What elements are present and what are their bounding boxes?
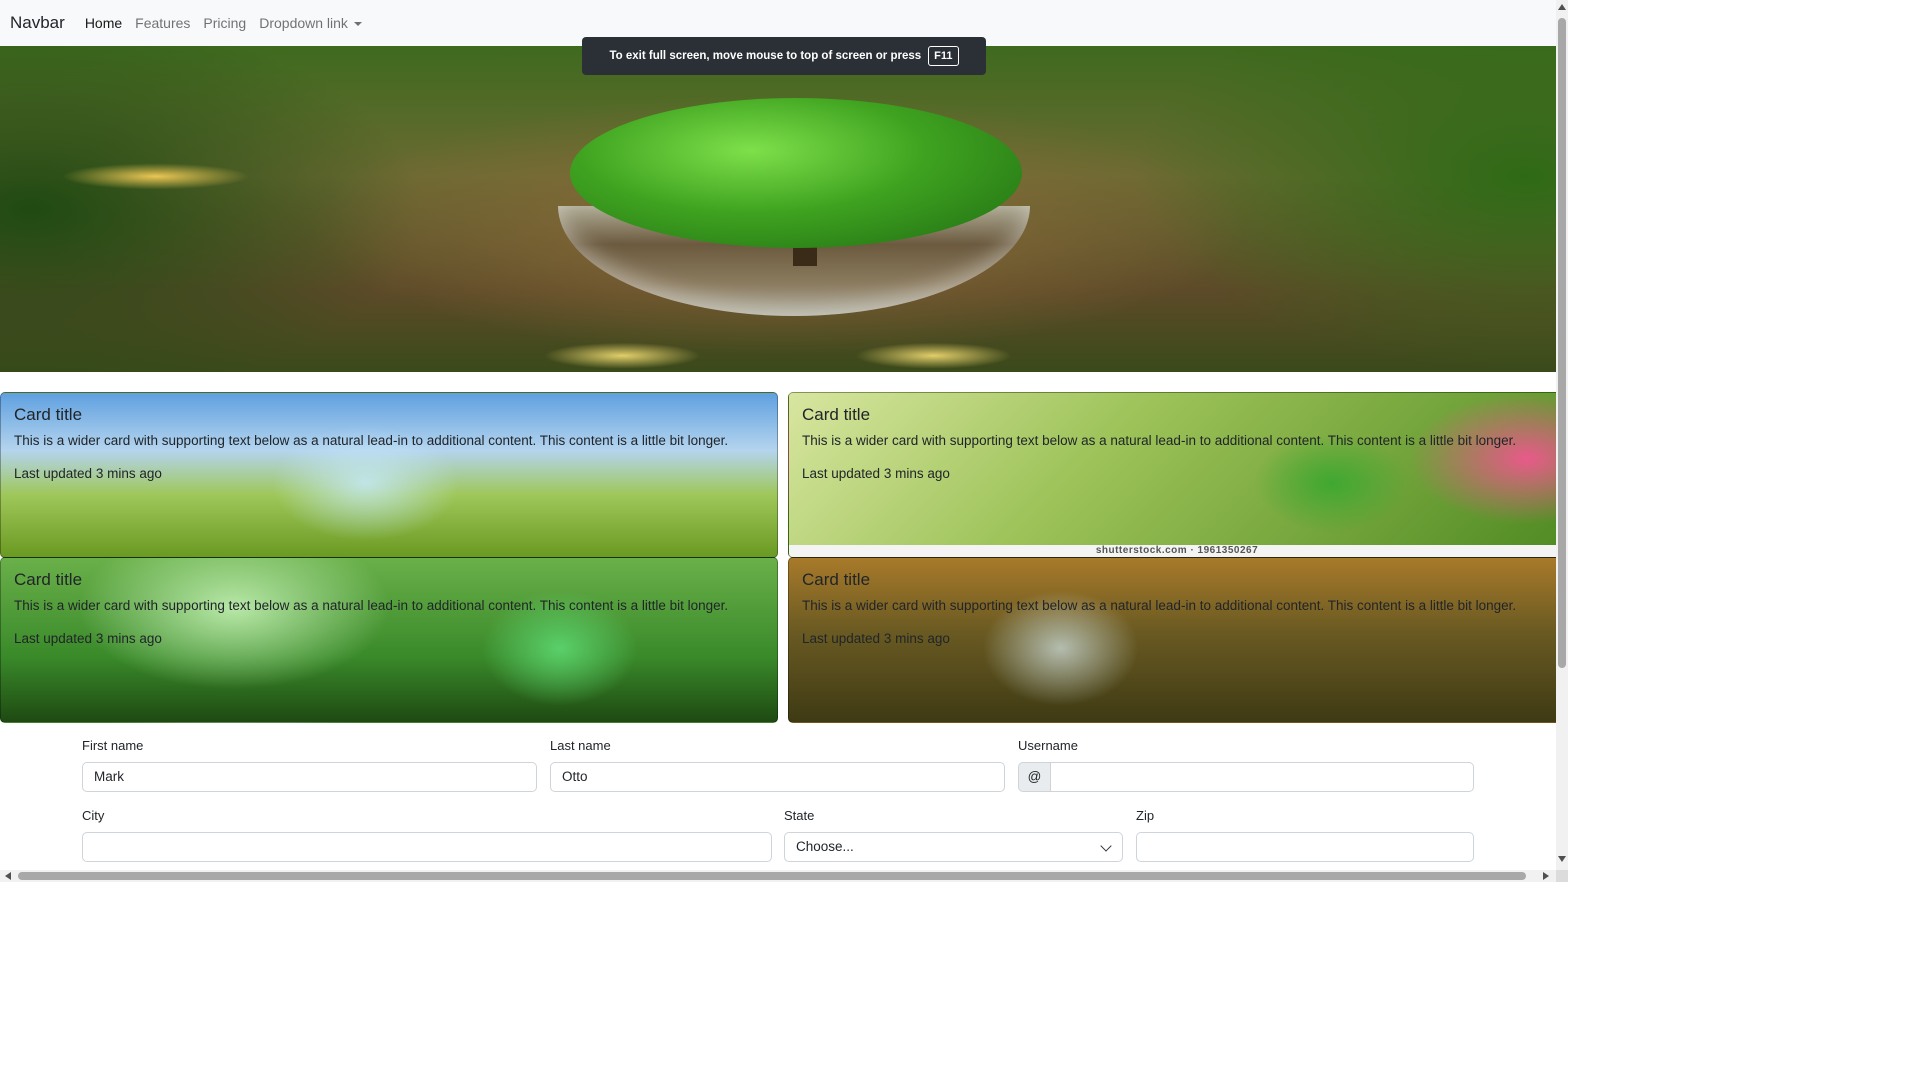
nav-link-pricing[interactable]: Pricing [203,15,246,31]
username-label: Username [1018,738,1078,753]
card: Card title This is a wider card with sup… [0,557,778,723]
card-title: Card title [14,570,83,589]
browser-viewport: Navbar Home Features Pricing Dropdown li… [0,0,1556,870]
fullscreen-notice-text: To exit full screen, move mouse to top o… [609,50,922,62]
chevron-down-icon [1100,840,1112,852]
card-title: Card title [14,405,83,424]
outside-area [1568,0,1920,1080]
first-name-input[interactable]: Mark [82,762,537,792]
tree-canopy [570,98,1022,248]
hero-image [0,46,1556,372]
state-select[interactable]: Choose... [784,832,1123,862]
scrollbar-corner [1556,870,1568,882]
scroll-left-arrow-icon[interactable] [5,872,11,880]
nav-dropdown-label: Dropdown link [259,15,348,31]
city-input[interactable] [82,832,772,862]
nav-link-home[interactable]: Home [85,15,122,31]
username-input[interactable] [1050,762,1474,792]
scroll-down-arrow-icon[interactable] [1558,856,1566,862]
caret-down-icon [353,22,362,27]
card-text: This is a wider card with supporting tex… [14,598,729,613]
vertical-scrollbar-thumb[interactable] [1558,18,1566,668]
first-name-label: First name [82,738,144,753]
nav-dropdown-toggle[interactable]: Dropdown link [259,15,362,31]
last-name-label: Last name [550,738,611,753]
card-title: Card title [802,405,871,424]
zip-label: Zip [1136,808,1155,823]
horizontal-scrollbar-thumb[interactable] [18,872,1526,880]
username-at-addon: @ [1018,762,1051,792]
card-updated: Last updated 3 mins ago [802,631,950,646]
image-watermark: shutterstock.com · 1961350267 [789,545,1556,557]
card-updated: Last updated 3 mins ago [802,466,950,481]
card: Card title This is a wider card with sup… [788,557,1556,723]
zip-input[interactable] [1136,832,1474,862]
card-text: This is a wider card with supporting tex… [14,433,729,448]
fullscreen-exit-notice: To exit full screen, move mouse to top o… [582,37,986,75]
card: Card title This is a wider card with sup… [788,392,1556,558]
card-updated: Last updated 3 mins ago [14,631,162,646]
last-name-input[interactable]: Otto [550,762,1005,792]
card-updated: Last updated 3 mins ago [14,466,162,481]
nav-link-features[interactable]: Features [135,15,190,31]
state-label: State [784,808,815,823]
state-selected-value: Choose... [796,839,854,854]
card-title: Card title [802,570,871,589]
city-label: City [82,808,105,823]
f11-key-badge: F11 [928,46,959,66]
card-text: This is a wider card with supporting tex… [802,598,1517,613]
card: Card title This is a wider card with sup… [0,392,778,558]
scroll-right-arrow-icon[interactable] [1543,872,1549,880]
scroll-up-arrow-icon[interactable] [1558,4,1566,10]
outside-area-bottom [0,882,1568,1080]
navbar-brand[interactable]: Navbar [10,13,65,33]
card-text: This is a wider card with supporting tex… [802,433,1517,448]
